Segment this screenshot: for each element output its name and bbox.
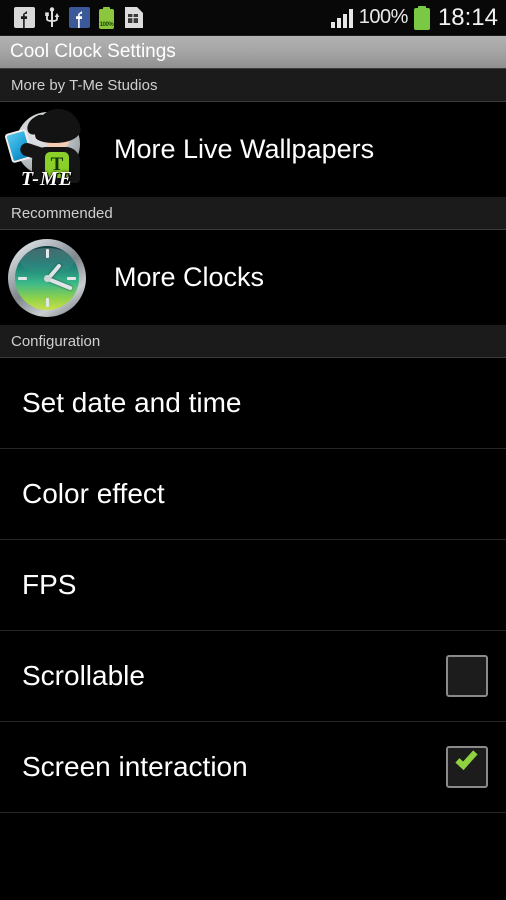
t-me-studios-logo-icon: T T-ME: [4, 106, 90, 193]
section-header-label: More by T-Me Studios: [11, 76, 158, 94]
checkbox-scrollable[interactable]: [446, 655, 488, 697]
list-item-more-live-wallpapers[interactable]: T T-ME More Live Wallpapers: [0, 102, 506, 197]
list-item-label: More Clocks: [114, 262, 265, 292]
list-item-more-clocks[interactable]: More Clocks: [0, 230, 506, 325]
setting-row-fps[interactable]: FPS: [0, 540, 506, 631]
section-header-more-by-t-me-studios: More by T-Me Studios: [0, 69, 506, 102]
setting-label: FPS: [22, 569, 77, 600]
sim-card-alert-icon: [125, 7, 143, 28]
battery-percent-label: 100%: [358, 6, 409, 28]
setting-label: Set date and time: [22, 387, 242, 418]
signal-strength-icon: [330, 8, 353, 28]
analog-clock-icon: [4, 235, 90, 321]
checkmark-icon: [455, 747, 478, 770]
section-header-label: Recommended: [11, 204, 113, 222]
checkbox-screen-interaction[interactable]: [446, 746, 488, 788]
battery-charge-icon: 100%: [99, 6, 114, 29]
list-item-label: More Live Wallpapers: [114, 134, 375, 164]
section-header-label: Configuration: [11, 332, 101, 350]
title-bar: Cool Clock Settings: [0, 36, 506, 69]
usb-icon: [45, 6, 60, 27]
setting-label: Screen interaction: [22, 751, 248, 782]
battery-icon: [413, 5, 430, 30]
t-me-wordmark: T-ME: [20, 167, 74, 190]
battery-small-percent-label: 100%: [99, 21, 114, 28]
setting-row-screen-interaction[interactable]: Screen interaction: [0, 722, 506, 813]
page-title: Cool Clock Settings: [10, 41, 176, 62]
setting-row-set-date-and-time[interactable]: Set date and time: [0, 358, 506, 449]
status-bar-system-icons: 100% 18:14: [330, 3, 498, 32]
status-bar-notification-icons: 100%: [14, 6, 145, 29]
status-bar: 100% 100% 18:14: [0, 0, 506, 36]
section-header-recommended: Recommended: [0, 197, 506, 230]
status-bar-clock: 18:14: [437, 3, 498, 31]
facebook-notification-white-icon: [14, 7, 35, 28]
section-header-configuration: Configuration: [0, 325, 506, 358]
setting-label: Scrollable: [22, 660, 145, 691]
setting-row-color-effect[interactable]: Color effect: [0, 449, 506, 540]
facebook-blue-icon: [69, 7, 90, 28]
android-settings-screen: 100% 100% 18:14 Cool Clock Settings More…: [0, 0, 506, 900]
setting-row-scrollable[interactable]: Scrollable: [0, 631, 506, 722]
setting-label: Color effect: [22, 478, 165, 509]
